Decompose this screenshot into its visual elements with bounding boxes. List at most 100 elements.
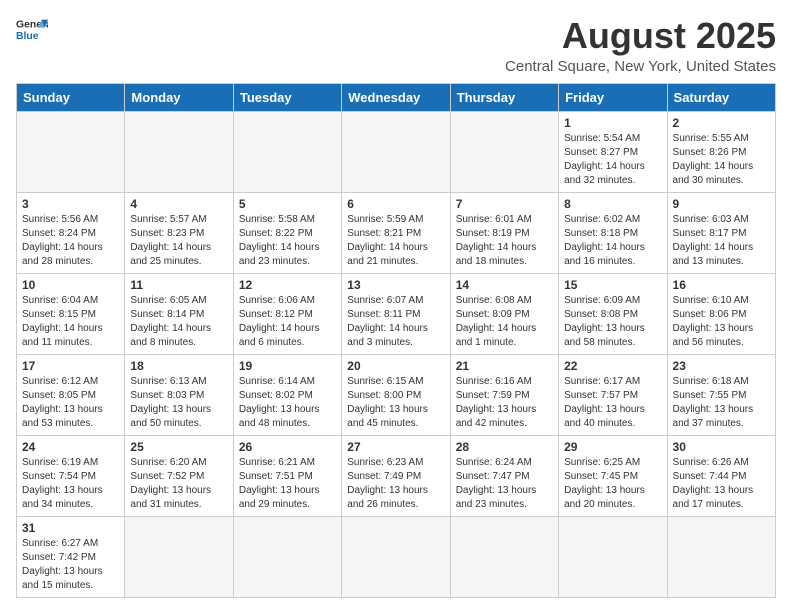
- day-number: 16: [673, 278, 770, 292]
- day-info: Sunrise: 6:12 AM Sunset: 8:05 PM Dayligh…: [22, 375, 119, 431]
- calendar-cell: 9 Sunrise: 6:03 AM Sunset: 8:17 PM Daylig…: [667, 192, 775, 273]
- calendar-cell: 21 Sunrise: 6:16 AM Sunset: 7:59 PM Dayli…: [450, 354, 558, 435]
- day-info: Sunrise: 5:55 AM Sunset: 8:26 PM Dayligh…: [673, 132, 770, 188]
- title-block: August 2025 Central Square, New York, Un…: [505, 16, 776, 75]
- day-info: Sunrise: 6:01 AM Sunset: 8:19 PM Dayligh…: [456, 213, 553, 269]
- day-info: Sunrise: 5:56 AM Sunset: 8:24 PM Dayligh…: [22, 213, 119, 269]
- calendar-cell: [125, 516, 233, 597]
- calendar-cell: 28 Sunrise: 6:24 AM Sunset: 7:47 PM Dayli…: [450, 435, 558, 516]
- day-info: Sunrise: 6:10 AM Sunset: 8:06 PM Dayligh…: [673, 294, 770, 350]
- day-info: Sunrise: 6:24 AM Sunset: 7:47 PM Dayligh…: [456, 456, 553, 512]
- calendar-cell: 5 Sunrise: 5:58 AM Sunset: 8:22 PM Daylig…: [233, 192, 341, 273]
- day-number: 26: [239, 440, 336, 454]
- week-row-1: 1 Sunrise: 5:54 AM Sunset: 8:27 PM Daylig…: [17, 111, 776, 192]
- day-number: 11: [130, 278, 227, 292]
- day-number: 27: [347, 440, 444, 454]
- calendar-cell: [559, 516, 667, 597]
- week-row-5: 24 Sunrise: 6:19 AM Sunset: 7:54 PM Dayli…: [17, 435, 776, 516]
- day-info: Sunrise: 5:54 AM Sunset: 8:27 PM Dayligh…: [564, 132, 661, 188]
- day-info: Sunrise: 6:18 AM Sunset: 7:55 PM Dayligh…: [673, 375, 770, 431]
- calendar-cell: [667, 516, 775, 597]
- calendar-cell: [450, 516, 558, 597]
- day-info: Sunrise: 6:21 AM Sunset: 7:51 PM Dayligh…: [239, 456, 336, 512]
- calendar-cell: 20Sunrise: 6:15 AM Sunset: 8:00 PM Dayli…: [342, 354, 450, 435]
- day-number: 13: [347, 278, 444, 292]
- calendar-cell: 13 Sunrise: 6:07 AM Sunset: 8:11 PM Dayli…: [342, 273, 450, 354]
- week-row-4: 17 Sunrise: 6:12 AM Sunset: 8:05 PM Dayli…: [17, 354, 776, 435]
- day-number: 17: [22, 359, 119, 373]
- calendar-cell: 11 Sunrise: 6:05 AM Sunset: 8:14 PM Dayli…: [125, 273, 233, 354]
- calendar-cell: 23 Sunrise: 6:18 AM Sunset: 7:55 PM Dayli…: [667, 354, 775, 435]
- calendar-cell: 27Sunrise: 6:23 AM Sunset: 7:49 PM Dayli…: [342, 435, 450, 516]
- day-number: 28: [456, 440, 553, 454]
- day-number: 21: [456, 359, 553, 373]
- day-info: Sunrise: 6:16 AM Sunset: 7:59 PM Dayligh…: [456, 375, 553, 431]
- calendar-cell: 17 Sunrise: 6:12 AM Sunset: 8:05 PM Dayli…: [17, 354, 125, 435]
- weekday-header-row: SundayMondayTuesdayWednesdayThursdayFrid…: [17, 83, 776, 111]
- day-number: 29: [564, 440, 661, 454]
- calendar-cell: 24 Sunrise: 6:19 AM Sunset: 7:54 PM Dayli…: [17, 435, 125, 516]
- calendar-cell: 2 Sunrise: 5:55 AM Sunset: 8:26 PM Daylig…: [667, 111, 775, 192]
- day-number: 30: [673, 440, 770, 454]
- day-info: Sunrise: 6:04 AM Sunset: 8:15 PM Dayligh…: [22, 294, 119, 350]
- generalblue-logo-icon: General Blue: [16, 16, 48, 44]
- calendar-cell: [233, 516, 341, 597]
- day-number: 4: [130, 197, 227, 211]
- calendar-cell: 12 Sunrise: 6:06 AM Sunset: 8:12 PM Dayli…: [233, 273, 341, 354]
- day-info: Sunrise: 5:59 AM Sunset: 8:21 PM Dayligh…: [347, 213, 444, 269]
- day-info: Sunrise: 6:05 AM Sunset: 8:14 PM Dayligh…: [130, 294, 227, 350]
- day-info: Sunrise: 6:07 AM Sunset: 8:11 PM Dayligh…: [347, 294, 444, 350]
- weekday-header-monday: Monday: [125, 83, 233, 111]
- day-info: Sunrise: 6:19 AM Sunset: 7:54 PM Dayligh…: [22, 456, 119, 512]
- day-number: 5: [239, 197, 336, 211]
- calendar-cell: [450, 111, 558, 192]
- calendar-title: August 2025: [505, 16, 776, 56]
- day-number: 8: [564, 197, 661, 211]
- day-number: 14: [456, 278, 553, 292]
- day-info: Sunrise: 6:17 AM Sunset: 7:57 PM Dayligh…: [564, 375, 661, 431]
- day-info: Sunrise: 6:13 AM Sunset: 8:03 PM Dayligh…: [130, 375, 227, 431]
- weekday-header-wednesday: Wednesday: [342, 83, 450, 111]
- day-number: 9: [673, 197, 770, 211]
- day-number: 24: [22, 440, 119, 454]
- day-number: 31: [22, 521, 119, 535]
- weekday-header-tuesday: Tuesday: [233, 83, 341, 111]
- calendar-cell: 16 Sunrise: 6:10 AM Sunset: 8:06 PM Dayli…: [667, 273, 775, 354]
- calendar-cell: [17, 111, 125, 192]
- weekday-header-sunday: Sunday: [17, 83, 125, 111]
- weekday-header-saturday: Saturday: [667, 83, 775, 111]
- day-number: 7: [456, 197, 553, 211]
- calendar-cell: 31 Sunrise: 6:27 AM Sunset: 7:42 PM Dayli…: [17, 516, 125, 597]
- day-info: Sunrise: 6:09 AM Sunset: 8:08 PM Dayligh…: [564, 294, 661, 350]
- day-info: Sunrise: 6:06 AM Sunset: 8:12 PM Dayligh…: [239, 294, 336, 350]
- day-number: 3: [22, 197, 119, 211]
- calendar-cell: 19Sunrise: 6:14 AM Sunset: 8:02 PM Dayli…: [233, 354, 341, 435]
- calendar-cell: 10Sunrise: 6:04 AM Sunset: 8:15 PM Dayli…: [17, 273, 125, 354]
- day-number: 12: [239, 278, 336, 292]
- day-number: 6: [347, 197, 444, 211]
- day-number: 23: [673, 359, 770, 373]
- day-info: Sunrise: 5:57 AM Sunset: 8:23 PM Dayligh…: [130, 213, 227, 269]
- week-row-3: 10Sunrise: 6:04 AM Sunset: 8:15 PM Dayli…: [17, 273, 776, 354]
- day-number: 25: [130, 440, 227, 454]
- week-row-6: 31 Sunrise: 6:27 AM Sunset: 7:42 PM Dayli…: [17, 516, 776, 597]
- day-info: Sunrise: 6:03 AM Sunset: 8:17 PM Dayligh…: [673, 213, 770, 269]
- calendar-cell: 22Sunrise: 6:17 AM Sunset: 7:57 PM Dayli…: [559, 354, 667, 435]
- day-number: 1: [564, 116, 661, 130]
- day-info: Sunrise: 5:58 AM Sunset: 8:22 PM Dayligh…: [239, 213, 336, 269]
- calendar-cell: [342, 111, 450, 192]
- day-info: Sunrise: 6:27 AM Sunset: 7:42 PM Dayligh…: [22, 537, 119, 593]
- day-info: Sunrise: 6:08 AM Sunset: 8:09 PM Dayligh…: [456, 294, 553, 350]
- calendar-cell: [125, 111, 233, 192]
- weekday-header-friday: Friday: [559, 83, 667, 111]
- svg-text:Blue: Blue: [16, 31, 39, 42]
- day-info: Sunrise: 6:25 AM Sunset: 7:45 PM Dayligh…: [564, 456, 661, 512]
- page-header: General Blue August 2025 Central Square,…: [16, 16, 776, 75]
- calendar-cell: 4 Sunrise: 5:57 AM Sunset: 8:23 PM Daylig…: [125, 192, 233, 273]
- day-number: 2: [673, 116, 770, 130]
- day-info: Sunrise: 6:14 AM Sunset: 8:02 PM Dayligh…: [239, 375, 336, 431]
- day-info: Sunrise: 6:15 AM Sunset: 8:00 PM Dayligh…: [347, 375, 444, 431]
- day-info: Sunrise: 6:02 AM Sunset: 8:18 PM Dayligh…: [564, 213, 661, 269]
- calendar-cell: 8 Sunrise: 6:02 AM Sunset: 8:18 PM Daylig…: [559, 192, 667, 273]
- weekday-header-thursday: Thursday: [450, 83, 558, 111]
